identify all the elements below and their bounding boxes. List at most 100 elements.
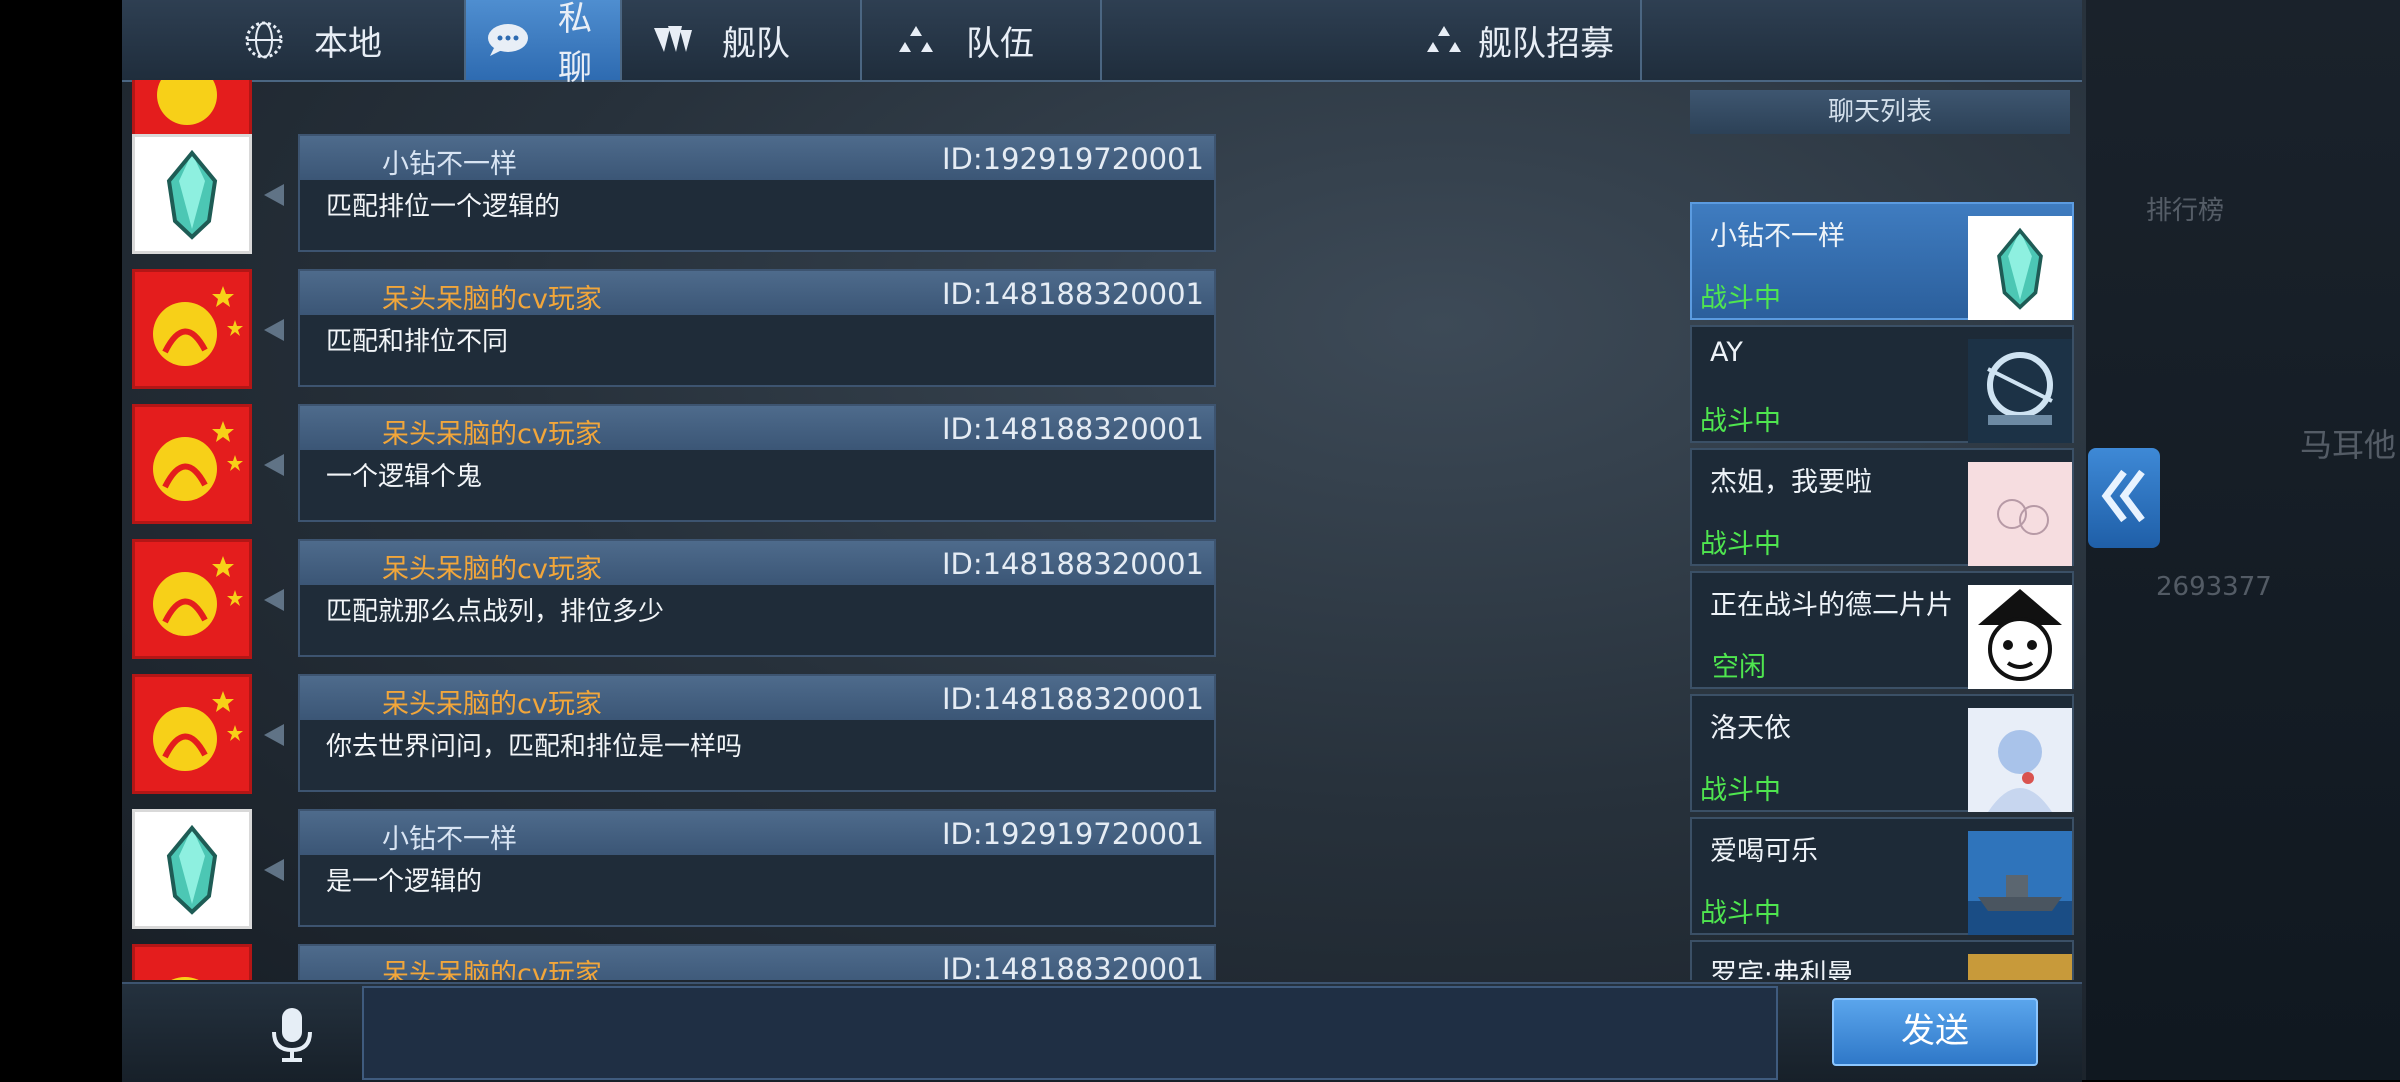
contact-status: 战斗中 (1700, 529, 1781, 560)
message-header: 呆头呆脑的cv玩家 ID:148188320001 (300, 271, 1214, 315)
microphone-icon[interactable] (262, 1004, 322, 1064)
ship-emblem-avatar (1968, 339, 2072, 443)
message-item: 小钻不一样 ID:192919720001 匹配排位一个逻辑的 (122, 134, 1222, 262)
screen-edge (0, 0, 122, 1080)
sender-name[interactable]: 呆头呆脑的cv玩家 (382, 277, 602, 316)
tab-local[interactable]: 本地 (122, 0, 466, 80)
chat-list-item[interactable]: 小钻不一样 战斗中 (1690, 202, 2074, 320)
contact-status: 空闲 (1712, 652, 1766, 683)
message-item: 呆头呆脑的cv玩家 ID:148188320001 (122, 944, 1222, 980)
chat-list-panel[interactable]: 聊天列表 小钻不一样 战斗中 AY 战斗中 杰姐，我要啦 战斗中 正在战斗的德二… (1690, 90, 2074, 980)
chat-list-title: 聊天列表 (1690, 90, 2070, 134)
message-item: 呆头呆脑的cv玩家 ID:148188320001 一个逻辑个鬼 (122, 404, 1222, 532)
message-bubble: 呆头呆脑的cv玩家 ID:148188320001 (298, 944, 1216, 980)
warship-avatar (1968, 831, 2072, 935)
contact-name: 爱喝可乐 (1710, 836, 1818, 867)
contact-status: 战斗中 (1700, 775, 1781, 806)
chat-list-item[interactable]: 洛天依 战斗中 (1690, 694, 2074, 812)
message-text: 匹配和排位不同 (326, 327, 509, 357)
message-header: 小钻不一样 ID:192919720001 (300, 811, 1214, 855)
message-item: 呆头呆脑的cv玩家 ID:148188320001 匹配和排位不同 (122, 269, 1222, 397)
chat-message-list[interactable]: 小钻不一样 ID:192919720001 匹配排位一个逻辑的 呆头呆脑的cv玩… (122, 80, 1222, 980)
tab-fleet-recruit[interactable]: 舰队招募 (1102, 0, 1642, 80)
contact-name: 正在战斗的德二片片 (1710, 590, 1953, 621)
chat-list-item[interactable]: 杰姐，我要啦 战斗中 (1690, 448, 2074, 566)
chat-list-item[interactable]: 罗宾·弗利曼 (1690, 940, 2074, 980)
chat-list-item[interactable]: 爱喝可乐 战斗中 (1690, 817, 2074, 935)
message-header: 呆头呆脑的cv玩家 ID:148188320001 (300, 676, 1214, 720)
message-header: 小钻不一样 ID:192919720001 (300, 136, 1214, 180)
tab-private-chat[interactable]: 私聊 (466, 0, 622, 88)
message-item: 呆头呆脑的cv玩家 ID:148188320001 你去世界问问，匹配和排位是一… (122, 674, 1222, 802)
chat-tab-bar: 本地 私聊 舰队 队伍 舰队招募 (122, 0, 2082, 88)
bubble-pointer (264, 589, 284, 611)
contact-name: AY (1710, 337, 1743, 368)
message-item: 呆头呆脑的cv玩家 ID:148188320001 匹配就那么点战列，排位多少 (122, 539, 1222, 667)
sender-id: ID:148188320001 (941, 952, 1204, 980)
message-bubble: 小钻不一样 ID:192919720001 匹配排位一个逻辑的 (298, 134, 1216, 252)
flag-avatar[interactable] (132, 944, 252, 980)
tab-label: 私聊 (558, 0, 592, 88)
message-header: 呆头呆脑的cv玩家 ID:148188320001 (300, 541, 1214, 585)
tab-team[interactable]: 队伍 (862, 0, 1102, 80)
send-button[interactable]: 发送 (1832, 998, 2038, 1066)
message-item: 小钻不一样 ID:192919720001 是一个逻辑的 (122, 809, 1222, 937)
message-text: 你去世界问问，匹配和排位是一样吗 (326, 732, 743, 762)
tab-label: 舰队 (722, 23, 790, 64)
sender-name[interactable]: 呆头呆脑的cv玩家 (382, 952, 602, 980)
bubble-pointer (264, 454, 284, 476)
chat-list-item[interactable]: AY 战斗中 (1690, 325, 2074, 443)
contact-name: 小钻不一样 (1710, 221, 1845, 252)
sender-name[interactable]: 小钻不一样 (382, 142, 517, 181)
chat-list-item[interactable]: 正在战斗的德二片片 空闲 (1690, 571, 2074, 689)
tab-fleet[interactable]: 舰队 (622, 0, 862, 80)
message-bubble: 呆头呆脑的cv玩家 ID:148188320001 匹配和排位不同 (298, 269, 1216, 387)
sender-id: ID:148188320001 (941, 682, 1204, 716)
message-input-bar: 发送 (122, 982, 2082, 1082)
flag-avatar[interactable] (132, 539, 252, 659)
sender-id: ID:192919720001 (941, 142, 1204, 176)
message-text: 匹配排位一个逻辑的 (326, 192, 561, 222)
chat-bubble-icon (486, 18, 530, 62)
message-text: 匹配就那么点战列，排位多少 (326, 597, 665, 627)
diamond-avatar (1968, 216, 2072, 320)
sender-id: ID:148188320001 (941, 277, 1204, 311)
message-text: 一个逻辑个鬼 (326, 462, 483, 492)
fleet-icon (650, 18, 694, 62)
sender-id: ID:192919720001 (941, 817, 1204, 851)
double-chevron-left-icon (2100, 466, 2148, 530)
ghost-score: 2693377 (2156, 572, 2272, 602)
message-header: 呆头呆脑的cv玩家 ID:148188320001 (300, 946, 1214, 980)
sender-name[interactable]: 呆头呆脑的cv玩家 (382, 547, 602, 586)
contact-name: 洛天依 (1710, 713, 1791, 744)
diamond-avatar[interactable] (132, 134, 252, 254)
flag-avatar[interactable] (132, 269, 252, 389)
message-bubble: 呆头呆脑的cv玩家 ID:148188320001 你去世界问问，匹配和排位是一… (298, 674, 1216, 792)
message-bubble: 呆头呆脑的cv玩家 ID:148188320001 匹配就那么点战列，排位多少 (298, 539, 1216, 657)
tab-label: 本地 (314, 23, 382, 64)
flag-avatar[interactable] (132, 404, 252, 524)
sender-id: ID:148188320001 (941, 412, 1204, 446)
message-header: 呆头呆脑的cv玩家 ID:148188320001 (300, 406, 1214, 450)
bubble-pointer (264, 724, 284, 746)
sender-id: ID:148188320001 (941, 547, 1204, 581)
contact-status: 战斗中 (1700, 898, 1781, 929)
contact-status: 战斗中 (1700, 406, 1781, 437)
contact-status: 战斗中 (1700, 283, 1781, 314)
contact-name: 罗宾·弗利曼 (1710, 959, 1854, 980)
flag-avatar[interactable] (132, 674, 252, 794)
sender-name[interactable]: 呆头呆脑的cv玩家 (382, 682, 602, 721)
team-icon (894, 18, 938, 62)
sender-name[interactable]: 呆头呆脑的cv玩家 (382, 412, 602, 451)
diamond-avatar[interactable] (132, 809, 252, 929)
tab-label: 舰队招募 (1478, 23, 1614, 64)
ghost-rank-label: 排行榜 (2146, 196, 2225, 226)
globe-icon (242, 18, 286, 62)
recruit-icon (1422, 18, 1466, 62)
message-bubble: 小钻不一样 ID:192919720001 是一个逻辑的 (298, 809, 1216, 927)
contact-name: 杰姐，我要啦 (1710, 467, 1872, 498)
message-input[interactable] (362, 986, 1778, 1080)
tab-label: 队伍 (966, 23, 1034, 64)
sender-name[interactable]: 小钻不一样 (382, 817, 517, 856)
collapse-panel-button[interactable] (2088, 448, 2160, 548)
